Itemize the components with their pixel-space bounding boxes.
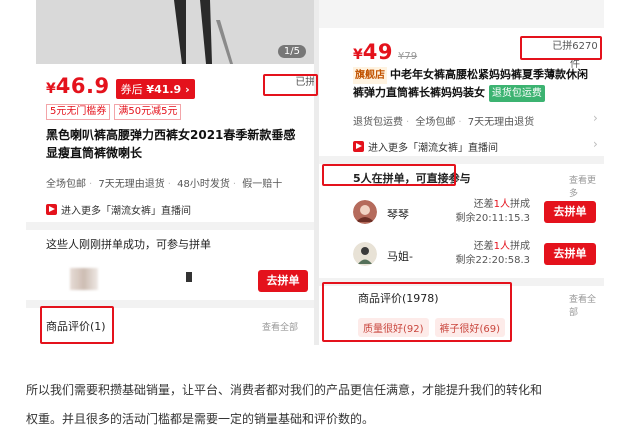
group-leader-name: 马姐- xyxy=(387,250,413,263)
original-price: ¥79 xyxy=(397,51,418,62)
product-image[interactable]: 1/5 xyxy=(36,0,314,64)
price: 49 xyxy=(362,40,393,64)
live-icon xyxy=(353,141,364,152)
live-room-link[interactable]: 进入更多「潮流女裤」直播间 xyxy=(46,202,191,217)
coupon-price-badge[interactable]: 券后 ¥41.9 › xyxy=(115,79,195,99)
group-row: 马姐- 还差1人拼成 剩余22:20:58.3 去拼单 xyxy=(353,240,598,270)
review-tags: 质量很好(92) 裤子很好(69) xyxy=(358,318,506,337)
live-room-link[interactable]: 进入更多「潮流女裤」直播间 xyxy=(353,139,498,154)
product-title: 黑色喇叭裤高腰弹力西裤女2021春季新款垂感显瘦直筒裤微喇长 xyxy=(46,128,296,160)
return-shipping-badge: 退货包运费 xyxy=(488,85,545,102)
service-item: 7天无理由退货 xyxy=(467,117,535,128)
chevron-right-icon: › xyxy=(593,137,598,151)
product-title: 旗舰店 中老年女裤高腰松紧妈妈裤夏季薄款休闲裤弹力直筒裤长裤妈妈装女 退货包运费 xyxy=(353,66,598,102)
service-item: 全场包邮 xyxy=(46,179,86,190)
group-status: 还差1人拼成 剩余20:11:15.3 xyxy=(456,198,530,226)
join-group-button[interactable]: 去拼单 xyxy=(258,270,308,292)
countdown: 剩余20:11:15.3 xyxy=(455,213,530,224)
see-all-reviews-link[interactable]: 查看全部 xyxy=(569,292,604,318)
live-room-text: 进入更多「潮流女裤」直播间 xyxy=(368,143,498,154)
group-status: 还差1人拼成 剩余22:20:58.3 xyxy=(456,240,530,268)
chevron-right-icon: › xyxy=(185,83,190,96)
need-prefix: 还差 xyxy=(473,199,494,210)
need-prefix: 还差 xyxy=(473,241,494,252)
need-count: 1人 xyxy=(493,241,510,252)
need-suffix: 拼成 xyxy=(510,241,530,252)
avatar xyxy=(353,242,377,266)
service-item: 假一赔十 xyxy=(242,179,283,190)
coupon-tags: 5元无门槛券 满50元减5元 xyxy=(46,104,182,120)
currency-symbol: ¥ xyxy=(353,47,363,63)
divider xyxy=(26,300,314,308)
live-icon xyxy=(46,204,57,215)
service-row[interactable]: 退货包运费 · 全场包邮 · 7天无理由退货 xyxy=(353,113,534,128)
service-item: 48小时发货 xyxy=(177,179,230,190)
price-row: ¥ 49 ¥79 xyxy=(353,40,417,64)
article-line: 权重。并且很多的活动门槛都是需要一定的销量基础和评价数的。 xyxy=(26,412,375,426)
live-room-text: 进入更多「潮流女裤」直播间 xyxy=(61,206,191,217)
coupon-label: 券后 xyxy=(120,83,143,96)
countdown: 剩余22:20:58.3 xyxy=(455,255,530,266)
service-item: 7天无理由退货 xyxy=(98,179,165,190)
article-line: 所以我们需要积攒基础销量，让平台、消费者都对我们的产品更信任满意，才能提升我们的… xyxy=(26,383,543,397)
divider xyxy=(319,278,604,286)
coupon-tag[interactable]: 5元无门槛券 xyxy=(46,104,111,120)
user-marker xyxy=(186,272,192,282)
group-hint: 这些人刚刚拼单成功，可参与拼单 xyxy=(46,238,211,251)
divider xyxy=(319,156,604,164)
flagship-badge: 旗舰店 xyxy=(353,67,387,84)
group-row: 琴琴 还差1人拼成 剩余20:11:15.3 去拼单 xyxy=(353,198,598,228)
review-tag[interactable]: 质量很好(92) xyxy=(358,318,429,337)
join-group-button[interactable]: 去拼单 xyxy=(544,201,596,223)
review-summary[interactable]: 商品评价(1978) xyxy=(358,290,439,306)
avatar xyxy=(353,200,377,224)
group-leader-name: 琴琴 xyxy=(387,208,409,221)
need-count: 1人 xyxy=(493,199,510,210)
image-counter: 1/5 xyxy=(277,45,306,58)
product-image[interactable] xyxy=(319,0,604,28)
service-row[interactable]: 全场包邮 · 7天无理由退货 · 48小时发货 · 假一赔十 xyxy=(46,175,308,190)
group-count-heading: 5人在拼单，可直接参与 xyxy=(353,172,471,185)
see-all-reviews-link[interactable]: 查看全部 xyxy=(262,320,298,333)
service-item: 全场包邮 xyxy=(415,117,456,128)
avatar xyxy=(70,268,98,290)
sold-count: 已拼6270件 xyxy=(552,41,598,70)
service-item: 退货包运费 xyxy=(353,117,403,128)
review-summary[interactable]: 商品评价(1) xyxy=(46,318,106,334)
coupon-tag[interactable]: 满50元减5元 xyxy=(114,104,182,120)
sold-count: 已拼1件 xyxy=(295,77,314,88)
product-photo-icon xyxy=(174,0,233,64)
coupon-price: ¥41.9 xyxy=(146,83,182,96)
chevron-right-icon: › xyxy=(593,111,598,125)
see-more-groups-link[interactable]: 查看更多 xyxy=(569,173,604,199)
join-group-button[interactable]: 去拼单 xyxy=(544,243,596,265)
price-row: ¥ 46.9 券后 ¥41.9 › xyxy=(46,74,195,99)
need-suffix: 拼成 xyxy=(510,199,530,210)
product-title-text: 中老年女裤高腰松紧妈妈裤夏季薄款休闲裤弹力直筒裤长裤妈妈装女 xyxy=(353,68,588,99)
price: 46.9 xyxy=(55,74,110,98)
review-tag[interactable]: 裤子很好(69) xyxy=(434,318,506,337)
left-product-panel: 1/5 ¥ 46.9 券后 ¥41.9 › 已拼1件 5元无门槛券 满50元减5… xyxy=(26,0,314,345)
currency-symbol: ¥ xyxy=(46,81,56,97)
screenshot-comparison: 1/5 ¥ 46.9 券后 ¥41.9 › 已拼1件 5元无门槛券 满50元减5… xyxy=(26,0,604,345)
divider xyxy=(26,222,314,230)
